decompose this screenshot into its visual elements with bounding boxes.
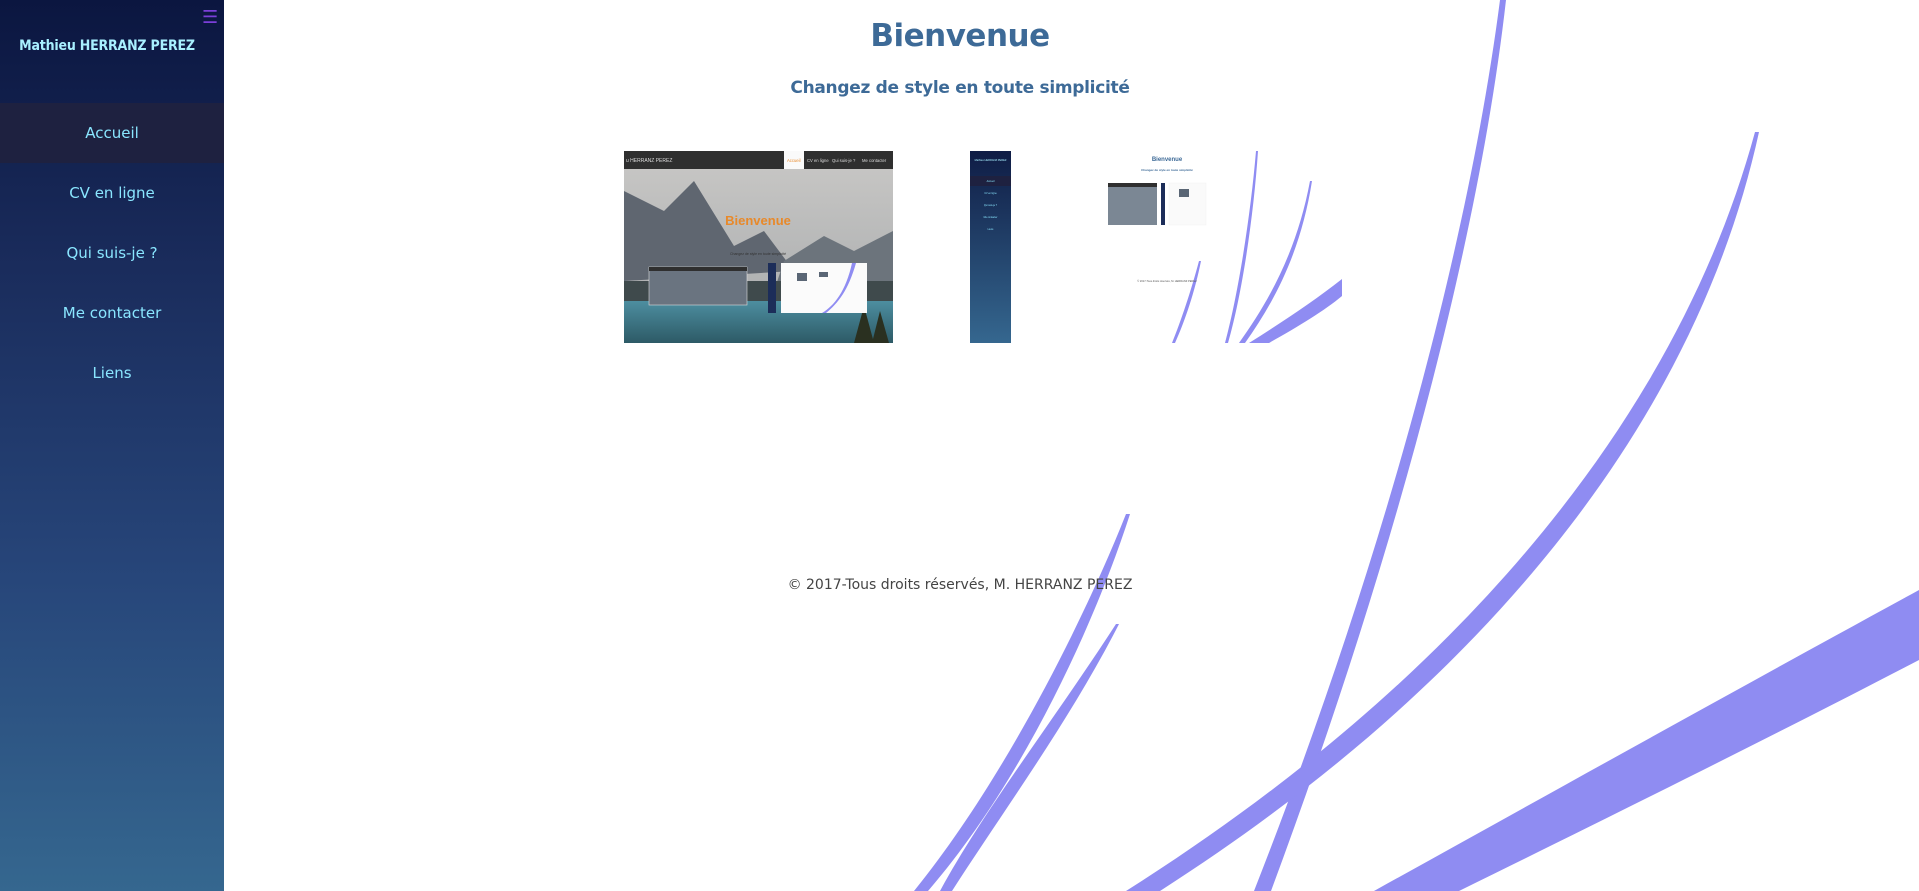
hamburger-icon[interactable]: ☰	[202, 9, 218, 27]
preview3-subtitle: Changez de style en toute simplicité	[1141, 168, 1193, 172]
nav-item-me-contacter[interactable]: Me contacter	[0, 283, 224, 343]
preview-nav-cv: CV en ligne	[807, 158, 829, 163]
preview-title: Bienvenue	[725, 213, 791, 228]
sidebar-nav: Accueil CV en ligne Qui suis-je ? Me con…	[0, 103, 224, 403]
background-swooshes	[914, 0, 1919, 891]
preview-nav-accueil: Accueil	[787, 158, 801, 163]
preview-subtitle: Changez de style en toute simplicité	[730, 252, 786, 256]
nav-item-cv-en-ligne[interactable]: CV en ligne	[0, 163, 224, 223]
nav-item-qui-suis-je[interactable]: Qui suis-je ?	[0, 223, 224, 283]
style-preview-sidebar[interactable]: Mathieu HERRANZ PEREZ Accueil CV en lign…	[970, 151, 1011, 343]
preview2-nav-accueil: Accueil	[987, 180, 995, 183]
preview2-nav-cv: CV en ligne	[984, 192, 997, 195]
site-name[interactable]: Mathieu HERRANZ PEREZ	[0, 38, 214, 54]
page-title: Bienvenue	[870, 18, 1050, 54]
preview-nav-contact: Me contacter	[862, 158, 887, 163]
preview2-nav-contact: Me contacter	[984, 216, 998, 219]
preview2-nav-qui: Qui suis-je ?	[984, 204, 998, 207]
preview-nav-qui: Qui suis-je ?	[832, 158, 856, 163]
preview2-site-name: Mathieu HERRANZ PEREZ	[975, 158, 1007, 162]
style-preview-swoosh[interactable]: Bienvenue Changez de style en toute simp…	[1069, 151, 1342, 343]
page-subtitle: Changez de style en toute simplicité	[790, 78, 1130, 98]
nav-item-accueil[interactable]: Accueil	[0, 103, 224, 163]
style-preview-mountain[interactable]: u HERRANZ PEREZ Accueil CV en ligne Qui …	[624, 151, 893, 343]
preview3-footer: © 2017-Tous droits réservés, M. HERRANZ …	[1137, 279, 1197, 283]
preview2-nav-liens: Liens	[988, 228, 995, 231]
nav-item-liens[interactable]: Liens	[0, 343, 224, 403]
footer-copyright: © 2017-Tous droits réservés, M. HERRANZ …	[787, 577, 1133, 593]
mountain-landscape-image: u HERRANZ PEREZ Accueil CV en ligne Qui …	[624, 151, 893, 343]
preview3-title: Bienvenue	[1152, 157, 1183, 163]
preview-site-name: u HERRANZ PEREZ	[626, 158, 672, 164]
sidebar: ☰ Mathieu HERRANZ PEREZ Accueil CV en li…	[0, 0, 224, 891]
main-content: Bienvenue Changez de style en toute simp…	[224, 0, 1919, 891]
